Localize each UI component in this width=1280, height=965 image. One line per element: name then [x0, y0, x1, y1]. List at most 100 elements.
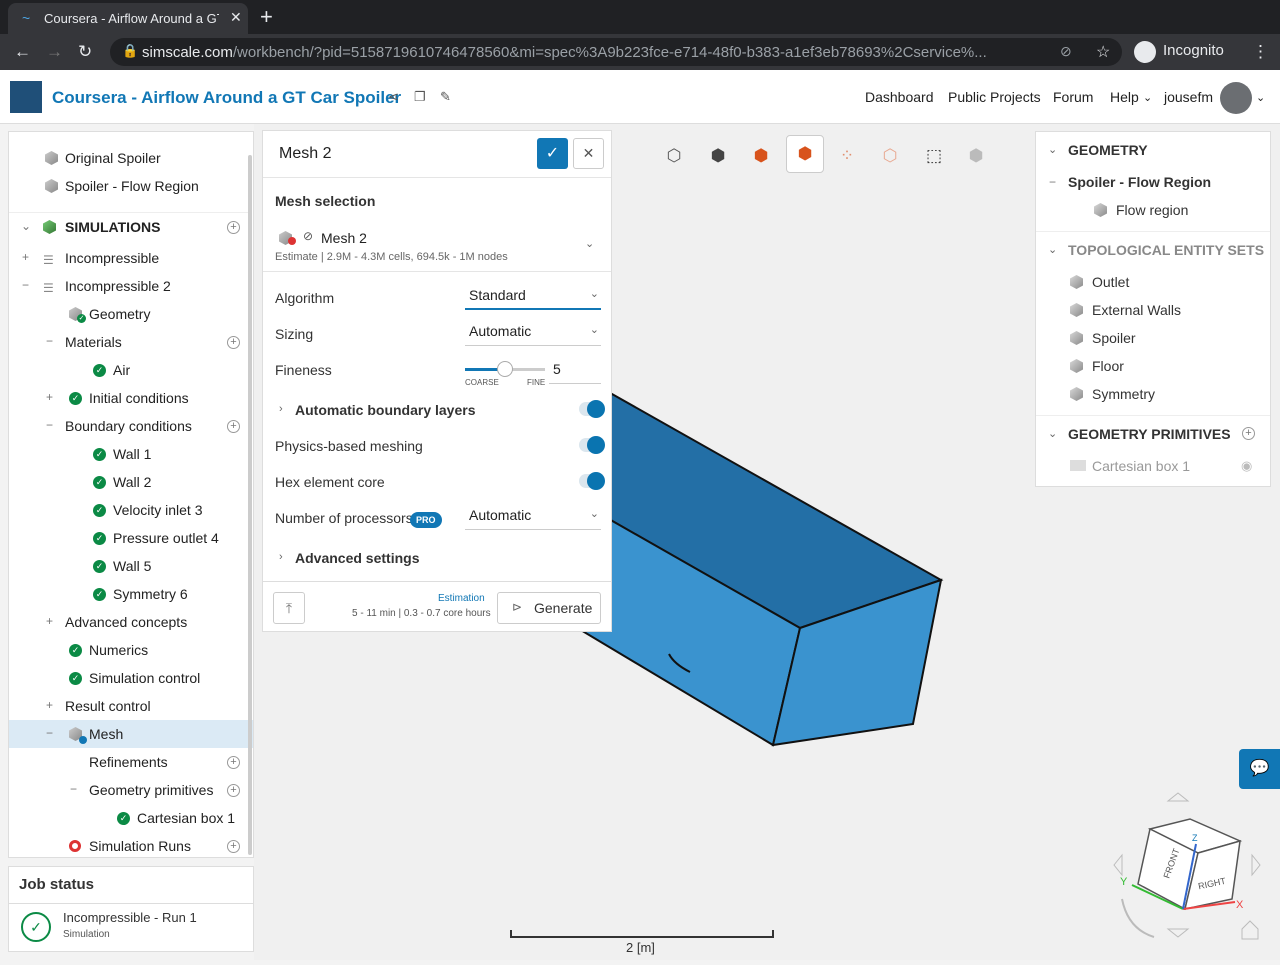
tree-item-simulation-control[interactable]: ✓ Simulation control	[9, 664, 249, 692]
add-run-button[interactable]: +	[227, 840, 240, 853]
view-points-icon[interactable]: ⁘	[831, 140, 863, 172]
add-bc-button[interactable]: +	[227, 420, 240, 433]
view-cube[interactable]: FRONT RIGHT Z X Y	[1110, 789, 1280, 959]
tree-item-mesh[interactable]: − Mesh	[9, 720, 253, 748]
edit-icon[interactable]: ✎	[440, 89, 451, 105]
boundary-layers-toggle[interactable]	[579, 400, 605, 418]
generate-button[interactable]: ⊳ Generate	[497, 592, 601, 624]
fineness-slider[interactable]	[465, 361, 545, 377]
close-button[interactable]: ✕	[573, 138, 604, 169]
sizing-select[interactable]: Automatic ⌄	[465, 318, 601, 346]
share-icon[interactable]: ⋖	[388, 89, 399, 105]
nav-forum[interactable]: Forum	[1053, 89, 1093, 105]
reload-icon[interactable]: ↻	[78, 42, 92, 62]
avatar[interactable]	[1220, 82, 1252, 114]
browser-menu-icon[interactable]: ⋮	[1252, 42, 1269, 62]
add-material-button[interactable]: +	[227, 336, 240, 349]
add-simulation-button[interactable]: +	[227, 221, 240, 234]
back-icon[interactable]: ←	[14, 42, 31, 62]
upload-icon[interactable]: ⤒	[273, 592, 305, 624]
view-solid-icon[interactable]: ⬢	[702, 140, 734, 172]
primitives-section-label[interactable]: GEOMETRY PRIMITIVES	[1068, 426, 1231, 442]
add-primitive-button[interactable]: +	[227, 784, 240, 797]
browser-tab[interactable]: ~ Coursera - Airflow Around a GT Car Spo…	[8, 3, 248, 34]
tree-item-wall-5[interactable]: ✓ Wall 5	[9, 552, 249, 580]
tree-item-numerics[interactable]: ✓ Numerics	[9, 636, 249, 664]
topo-item-outlet[interactable]: Outlet	[1092, 274, 1129, 290]
user-name[interactable]: jousefm	[1164, 89, 1213, 105]
job-run-name[interactable]: Incompressible - Run 1	[63, 910, 197, 925]
tree-item-air[interactable]: ✓ Air	[9, 356, 249, 384]
tree-item-symmetry-6[interactable]: ✓ Symmetry 6	[9, 580, 249, 608]
tree-item-simulation-runs[interactable]: Simulation Runs +	[9, 832, 249, 857]
boundary-layers-label[interactable]: Automatic boundary layers	[295, 402, 476, 418]
topo-section-label[interactable]: TOPOLOGICAL ENTITY SETS	[1068, 242, 1264, 258]
nav-public-projects[interactable]: Public Projects	[948, 89, 1041, 105]
collapse-icon: −	[1049, 175, 1057, 189]
clip-icon[interactable]: ⬢	[960, 140, 992, 172]
advanced-settings-label[interactable]: Advanced settings	[295, 550, 419, 566]
tree-item-incompressible-2[interactable]: − ☰ Incompressible 2	[9, 272, 249, 300]
algorithm-select[interactable]: Standard ⌄	[465, 282, 601, 310]
check-icon: ✓	[93, 448, 106, 461]
nav-dashboard[interactable]: Dashboard	[865, 89, 934, 105]
chat-icon[interactable]: 💬	[1239, 749, 1280, 789]
flow-region-item[interactable]: Flow region	[1116, 202, 1188, 218]
tree-item-geometry-primitives[interactable]: − Geometry primitives +	[9, 776, 249, 804]
new-tab-button[interactable]: +	[260, 4, 273, 30]
tree-item-boundary-conditions[interactable]: − Boundary conditions +	[9, 412, 249, 440]
geometry-section-label[interactable]: GEOMETRY	[1068, 142, 1148, 158]
fineness-value-input[interactable]: 5	[549, 356, 601, 384]
geometry-root[interactable]: Spoiler - Flow Region	[1068, 174, 1211, 190]
tree-item-initial-conditions[interactable]: + ✓ Initial conditions	[9, 384, 249, 412]
view-highlighted-icon[interactable]: ⬢	[786, 135, 824, 173]
tree-item-cartesian-box-1[interactable]: ✓ Cartesian box 1	[9, 804, 249, 832]
tree-item-original-spoiler[interactable]: Original Spoiler	[9, 144, 249, 172]
add-primitive-button[interactable]: +	[1242, 427, 1255, 440]
tree-item-wall-1[interactable]: ✓ Wall 1	[9, 440, 249, 468]
copy-icon[interactable]: ❐	[414, 89, 426, 105]
tree-section-simulations[interactable]: ⌄ SIMULATIONS +	[9, 212, 249, 240]
visibility-icon[interactable]: ◉	[1241, 458, 1252, 474]
topo-item-floor[interactable]: Floor	[1092, 358, 1124, 374]
fineness-handle[interactable]	[497, 361, 513, 377]
tree-item-geometry[interactable]: ✓ Geometry	[9, 300, 249, 328]
topo-item-spoiler[interactable]: Spoiler	[1092, 330, 1136, 346]
topo-item-symmetry[interactable]: Symmetry	[1092, 386, 1155, 402]
tree-item-spoiler-flow-region[interactable]: Spoiler - Flow Region	[9, 172, 249, 200]
close-tab-icon[interactable]: ✕	[230, 9, 242, 26]
tree-item-materials[interactable]: − Materials +	[9, 328, 249, 356]
rotate-right-icon	[1251, 853, 1261, 877]
processors-select[interactable]: Automatic ⌄	[465, 502, 601, 530]
nav-help[interactable]: Help	[1110, 89, 1139, 105]
view-transparent-icon[interactable]: ⬡	[874, 140, 906, 172]
help-chevron-icon[interactable]: ⌄	[1143, 91, 1152, 104]
box-select-icon[interactable]: ⬚	[918, 140, 950, 172]
hex-core-toggle[interactable]	[579, 472, 605, 490]
tree-item-wall-2[interactable]: ✓ Wall 2	[9, 468, 249, 496]
tracking-icon[interactable]: ⊘	[1060, 43, 1072, 60]
collapse-icon: ⌄	[1048, 144, 1058, 156]
forward-icon[interactable]: →	[46, 42, 63, 62]
physics-meshing-toggle[interactable]	[579, 436, 605, 454]
project-title[interactable]: Coursera - Airflow Around a GT Car Spoil…	[52, 88, 401, 108]
add-refinement-button[interactable]: +	[227, 756, 240, 769]
tree-item-result-control[interactable]: + Result control	[9, 692, 249, 720]
url-field[interactable]: 🔒 simscale.com/workbench/?pid=5158719610…	[110, 38, 1122, 66]
user-chevron-icon[interactable]: ⌄	[1256, 91, 1265, 104]
tree-item-pressure-outlet-4[interactable]: ✓ Pressure outlet 4	[9, 524, 249, 552]
tree-item-advanced-concepts[interactable]: + Advanced concepts	[9, 608, 249, 636]
topo-item-external-walls[interactable]: External Walls	[1092, 302, 1181, 318]
star-icon[interactable]: ☆	[1096, 42, 1110, 62]
view-outline-icon[interactable]: ⬡	[658, 140, 690, 172]
simscale-logo[interactable]	[10, 81, 42, 113]
mesh-selector[interactable]: ⊘ Mesh 2 Estimate | 2.9M - 4.3M cells, 6…	[275, 225, 601, 265]
primitive-item-cartesian-box[interactable]: Cartesian box 1	[1092, 458, 1190, 474]
collapse-icon: ⌄	[21, 219, 32, 233]
tree-item-velocity-inlet-3[interactable]: ✓ Velocity inlet 3	[9, 496, 249, 524]
tree-item-incompressible[interactable]: + ☰ Incompressible	[9, 244, 249, 272]
tree-scrollbar[interactable]	[248, 155, 252, 855]
tree-item-refinements[interactable]: Refinements +	[9, 748, 249, 776]
view-solid-edges-icon[interactable]: ⬢	[745, 140, 777, 172]
confirm-button[interactable]: ✓	[537, 138, 568, 169]
